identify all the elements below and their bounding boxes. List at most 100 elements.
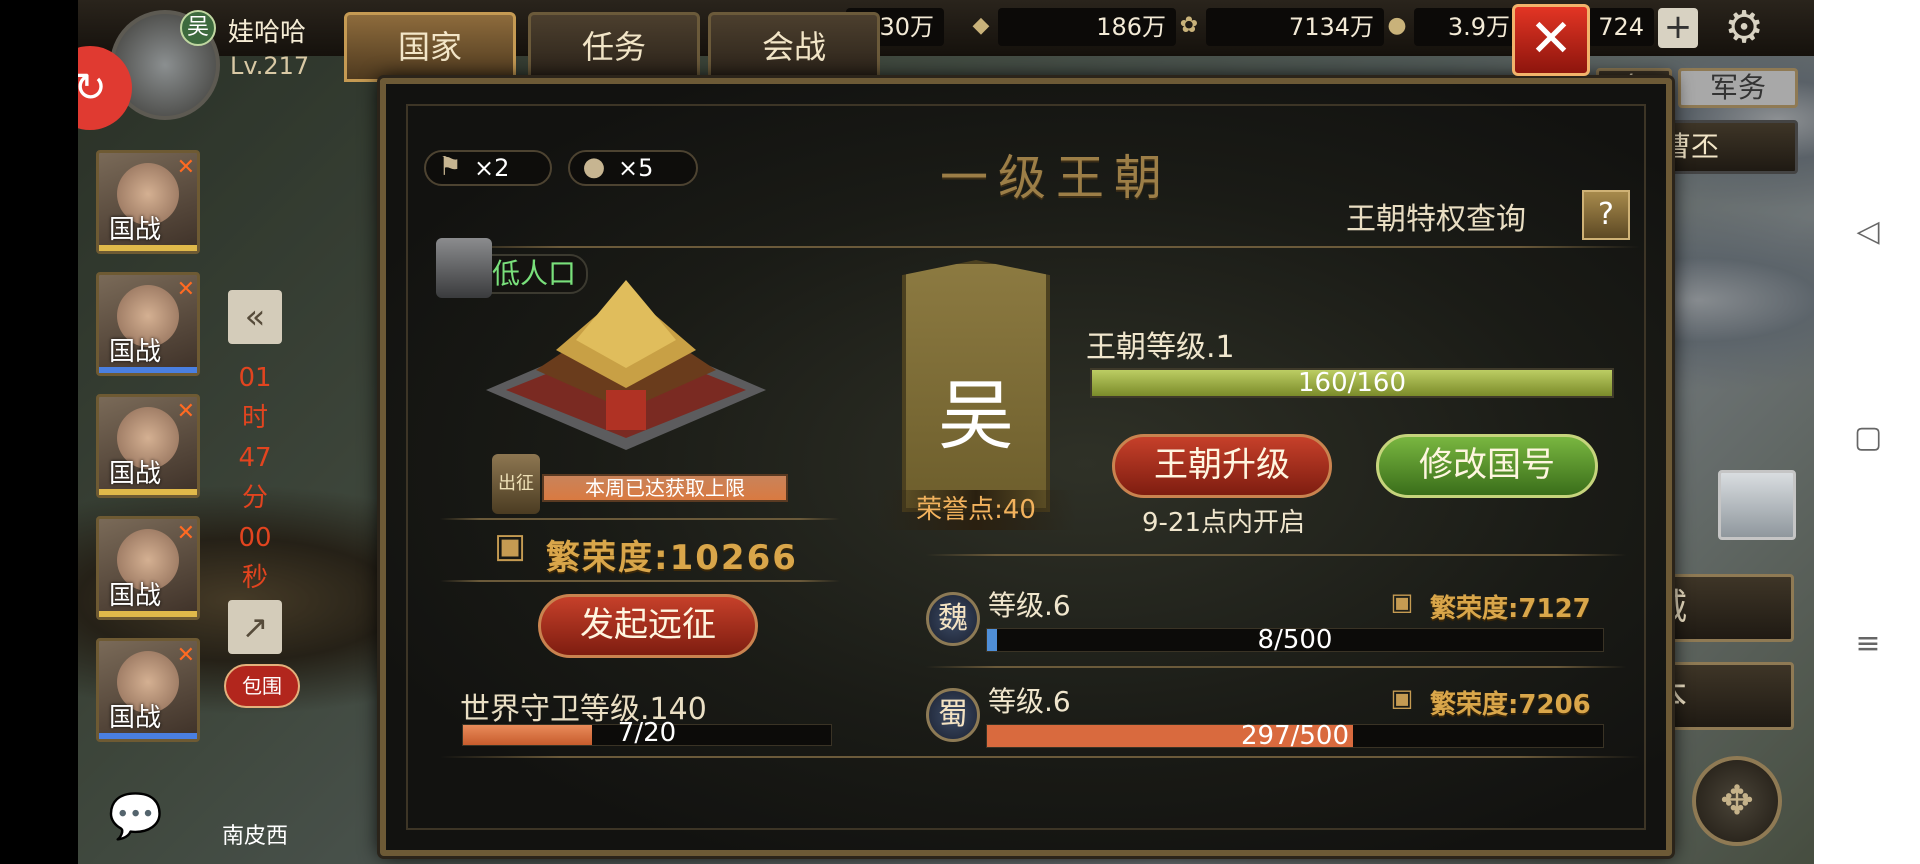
launch-expedition-button[interactable]: 发起远征 bbox=[538, 594, 758, 658]
hero-tag: 国战 bbox=[109, 215, 162, 245]
arrow-up-right-icon[interactable]: ↗ bbox=[228, 600, 282, 654]
hero-tag: 国战 bbox=[109, 581, 162, 611]
resource-value: 724 bbox=[1598, 13, 1644, 41]
timer-seconds: 00 bbox=[238, 523, 272, 553]
hero-slot[interactable]: ✕ 国战 bbox=[96, 272, 200, 376]
weekly-limit-bar: 本周已达获取上限 bbox=[542, 474, 788, 502]
player-name: 娃哈哈 bbox=[228, 18, 307, 48]
banner-character: 吴 bbox=[938, 371, 1014, 460]
chat-icon[interactable]: 💬 bbox=[108, 790, 172, 846]
hero-slot[interactable]: ✕ 国战 bbox=[96, 516, 200, 620]
hero-bar bbox=[99, 733, 197, 739]
hero-bar bbox=[99, 489, 197, 495]
wei-level: 等级.6 bbox=[988, 589, 1071, 622]
tab-battle[interactable]: 会战 bbox=[708, 12, 880, 82]
panel-title: 一级王朝 bbox=[939, 150, 1172, 206]
hero-bar bbox=[99, 611, 197, 617]
hero-slot[interactable]: ✕ 国战 bbox=[96, 394, 200, 498]
rename-country-button[interactable]: 修改国号 bbox=[1376, 434, 1598, 498]
chip-value: ×2 bbox=[474, 154, 510, 182]
timer-unit: 时 bbox=[241, 403, 268, 433]
game-view: ◉30万 ◆186万 ✿7134万 ●3.9万 ▲724 + ⚙ ↻ 吴 娃哈哈… bbox=[78, 0, 1814, 864]
divider bbox=[440, 246, 1640, 248]
privilege-label[interactable]: 王朝特权查询 bbox=[1346, 194, 1526, 238]
countdown-timer: 01 时 47 分 00 秒 bbox=[230, 358, 280, 598]
divider bbox=[440, 756, 1640, 758]
chevron-left-icon[interactable]: « bbox=[228, 290, 282, 344]
divider bbox=[926, 554, 1626, 556]
resource-value: 3.9万 bbox=[1447, 13, 1510, 41]
hero-tag: 国战 bbox=[109, 337, 162, 367]
add-gold-button[interactable]: + bbox=[1658, 8, 1698, 48]
hero-tag: 国战 bbox=[109, 459, 162, 489]
prosperity-value: 繁荣度:10266 bbox=[546, 538, 798, 578]
help-button[interactable]: ? bbox=[1582, 190, 1630, 240]
shu-level: 等级.6 bbox=[988, 685, 1071, 718]
grain-icon: ✿ bbox=[1179, 13, 1199, 38]
resource-gold: ▲724 bbox=[1563, 8, 1654, 46]
close-icon: ✕ bbox=[176, 643, 195, 668]
dpad-icon[interactable]: ✥ bbox=[1692, 756, 1782, 846]
divider bbox=[440, 518, 840, 520]
home-icon[interactable]: ▢ bbox=[1850, 420, 1886, 456]
resource-value: 186万 bbox=[1096, 13, 1166, 41]
shu-prosperity: 繁荣度:7206 bbox=[1430, 690, 1591, 720]
hero-slot[interactable]: ✕ 国战 bbox=[96, 150, 200, 254]
screen: ◉30万 ◆186万 ✿7134万 ●3.9万 ▲724 + ⚙ ↻ 吴 娃哈哈… bbox=[0, 0, 1920, 864]
palace-icon bbox=[486, 280, 766, 450]
dynasty-level: 王朝等级.1 bbox=[1086, 330, 1235, 365]
chip-value: ×5 bbox=[618, 154, 654, 182]
hero-tag: 国战 bbox=[109, 703, 162, 733]
resource-value: 7134万 bbox=[1288, 13, 1374, 41]
prosperity-icon: ▣ bbox=[1390, 588, 1414, 616]
dynasty-panel: ⚑ ×2 ● ×5 一级王朝 王朝特权查询 ? 低人口 出征 本周已达获取上限 ▣ … bbox=[380, 78, 1672, 856]
resource-money-bag: ● 3.9万 bbox=[1387, 8, 1520, 46]
close-icon: ✕ bbox=[176, 521, 195, 546]
timer-unit: 分 bbox=[241, 483, 268, 513]
prosperity-icon: ▣ bbox=[493, 526, 527, 566]
bomb-count: ● ×5 bbox=[568, 150, 698, 186]
hero-bar bbox=[99, 245, 197, 251]
open-hours-note: 9-21点内开启 bbox=[1142, 508, 1306, 538]
resource-grain: ✿ 7134万 bbox=[1180, 8, 1384, 46]
bomb-icon: ● bbox=[582, 152, 606, 182]
timer-hours: 01 bbox=[238, 363, 272, 393]
back-icon[interactable]: ◁ bbox=[1850, 214, 1886, 250]
expedition-icon: 出征 bbox=[492, 454, 540, 514]
world-guard-value: 7/20 bbox=[617, 718, 677, 748]
wei-progress-value: 8/500 bbox=[1257, 625, 1333, 655]
wood-icon: ◆ bbox=[972, 13, 990, 38]
dynasty-level-value: 160/160 bbox=[1297, 368, 1406, 398]
menu-icon[interactable]: ≡ bbox=[1850, 626, 1886, 662]
expedition-token-count: ⚑ ×2 bbox=[424, 150, 552, 186]
honor-points: 荣誉点:40 bbox=[876, 490, 1076, 530]
minimap-icon[interactable] bbox=[1718, 470, 1796, 540]
shu-emblem: 蜀 bbox=[926, 688, 980, 742]
tab-military[interactable]: 军务 bbox=[1678, 68, 1798, 108]
close-icon: ✕ bbox=[176, 155, 195, 180]
money-bag-icon: ● bbox=[1387, 13, 1407, 38]
divider bbox=[440, 580, 840, 582]
wei-prosperity: 繁荣度:7127 bbox=[1430, 594, 1591, 624]
timer-minutes: 47 bbox=[238, 443, 272, 473]
wei-emblem: 魏 bbox=[926, 592, 980, 646]
expedition-token-icon: ⚑ bbox=[438, 152, 462, 182]
gear-icon[interactable]: ⚙ bbox=[1718, 2, 1770, 54]
close-icon: ✕ bbox=[176, 399, 195, 424]
resource-wood: ◆ 186万 bbox=[973, 8, 1176, 46]
close-icon: ✕ bbox=[176, 277, 195, 302]
location-label: 南皮西 bbox=[222, 824, 289, 849]
divider bbox=[926, 666, 1626, 668]
tab-country[interactable]: 国家 bbox=[344, 12, 516, 82]
tab-tasks[interactable]: 任务 bbox=[528, 12, 700, 82]
hero-slot[interactable]: ✕ 国战 bbox=[96, 638, 200, 742]
shu-progress-value: 297/500 bbox=[1240, 721, 1349, 751]
prosperity-icon: ▣ bbox=[1390, 684, 1414, 712]
close-button[interactable]: ✕ bbox=[1512, 4, 1590, 76]
resource-value: 30万 bbox=[879, 13, 934, 41]
dynasty-upgrade-button[interactable]: 王朝升级 bbox=[1112, 434, 1332, 498]
timer-unit: 秒 bbox=[241, 563, 268, 593]
siege-button[interactable]: 包围 bbox=[224, 664, 300, 708]
hero-bar bbox=[99, 367, 197, 373]
android-nav-bar: ◁ ▢ ≡ bbox=[1814, 0, 1920, 864]
